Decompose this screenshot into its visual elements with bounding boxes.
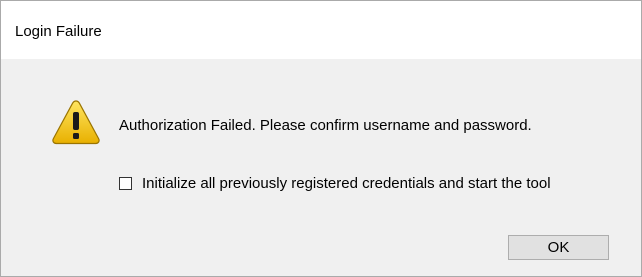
dialog-body: Authorization Failed. Please confirm use… xyxy=(1,59,641,276)
initialize-credentials-label[interactable]: Initialize all previously registered cre… xyxy=(142,175,551,192)
warning-icon xyxy=(51,99,101,145)
login-failure-dialog: Login Failure Authorization Failed. Plea… xyxy=(0,0,642,277)
title-bar[interactable]: Login Failure xyxy=(1,1,641,59)
ok-button[interactable]: OK xyxy=(508,235,609,260)
error-message: Authorization Failed. Please confirm use… xyxy=(119,117,532,134)
initialize-credentials-option[interactable]: Initialize all previously registered cre… xyxy=(119,174,551,192)
dialog-title: Login Failure xyxy=(15,23,102,40)
initialize-credentials-checkbox[interactable] xyxy=(119,176,132,190)
